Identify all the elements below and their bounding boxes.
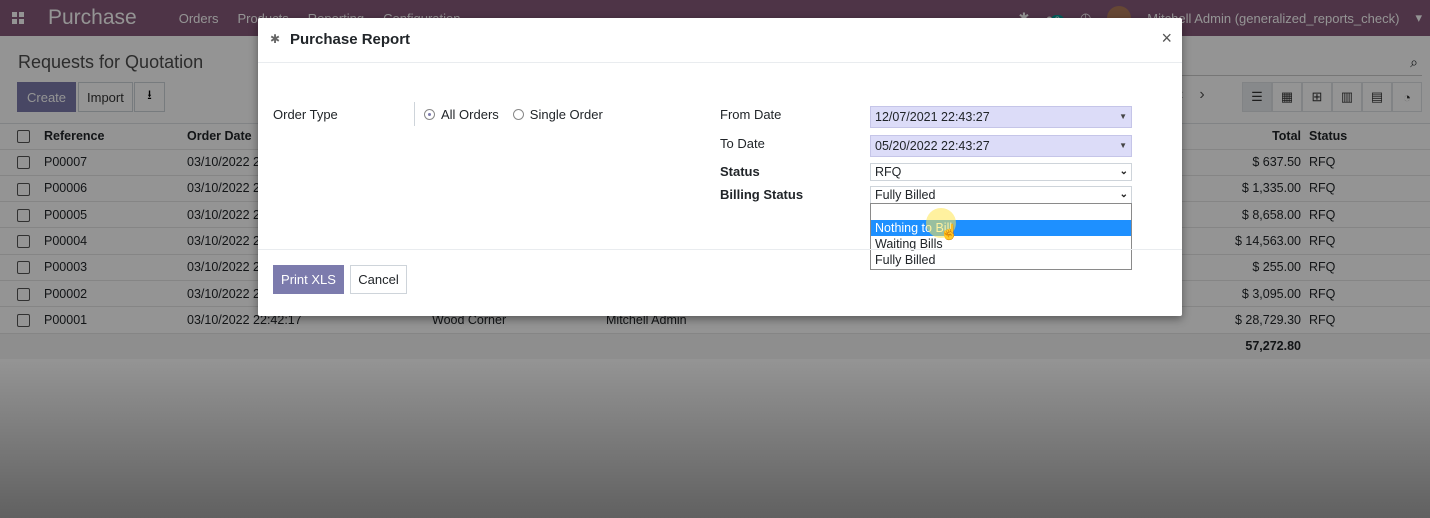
field-divider [414,102,415,126]
order-type-label: Order Type [273,107,338,122]
radio-single-order[interactable] [512,109,524,120]
status-value: RFQ [875,165,902,179]
to-date-field[interactable]: 05/20/2022 22:43:27 ▼ [870,135,1132,157]
status-select[interactable]: RFQ ⌄ [870,163,1132,181]
from-date-label: From Date [720,107,782,122]
modal-header: ✱ Purchase Report × [258,18,1182,63]
cancel-button[interactable]: Cancel [350,265,407,294]
dropdown-option-nothing-to-bill[interactable]: Nothing to Bill [871,220,1131,236]
dropdown-option-fully-billed[interactable]: Fully Billed [871,252,1131,268]
print-xls-button[interactable]: Print XLS [273,265,344,294]
bug-icon: ✱ [270,32,281,46]
billing-status-label: Billing Status [720,187,804,202]
radio-all-orders[interactable] [424,109,435,120]
billing-status-value: Fully Billed [875,188,936,202]
hand-cursor-icon: ☝ [940,224,959,241]
status-label: Status [720,164,760,179]
order-type-radio-group: All Orders Single Order [424,107,617,122]
close-icon[interactable]: × [1161,28,1172,49]
backdrop-shade [0,360,1430,518]
dropdown-option-blank[interactable] [871,204,1131,220]
to-date-value: 05/20/2022 22:43:27 [875,139,990,153]
from-date-field[interactable]: 12/07/2021 22:43:27 ▼ [870,106,1132,128]
caret-down-icon: ▼ [1119,141,1127,150]
purchase-report-dialog: ✱ Purchase Report × Order Type All Order… [258,18,1182,316]
radio-all-orders-label[interactable]: All Orders [441,107,499,122]
billing-status-dropdown: Nothing to Bill Waiting Bills Fully Bill… [870,203,1132,270]
billing-status-select[interactable]: Fully Billed ⌄ [870,186,1132,204]
footer-divider [258,249,1182,250]
caret-down-icon: ▼ [1119,112,1127,121]
chevron-down-icon: ⌄ [1119,166,1128,177]
radio-single-order-label[interactable]: Single Order [530,107,603,122]
from-date-value: 12/07/2021 22:43:27 [875,110,990,124]
modal-title: Purchase Report [290,31,411,48]
chevron-down-icon: ⌄ [1119,189,1128,200]
to-date-label: To Date [720,136,765,151]
